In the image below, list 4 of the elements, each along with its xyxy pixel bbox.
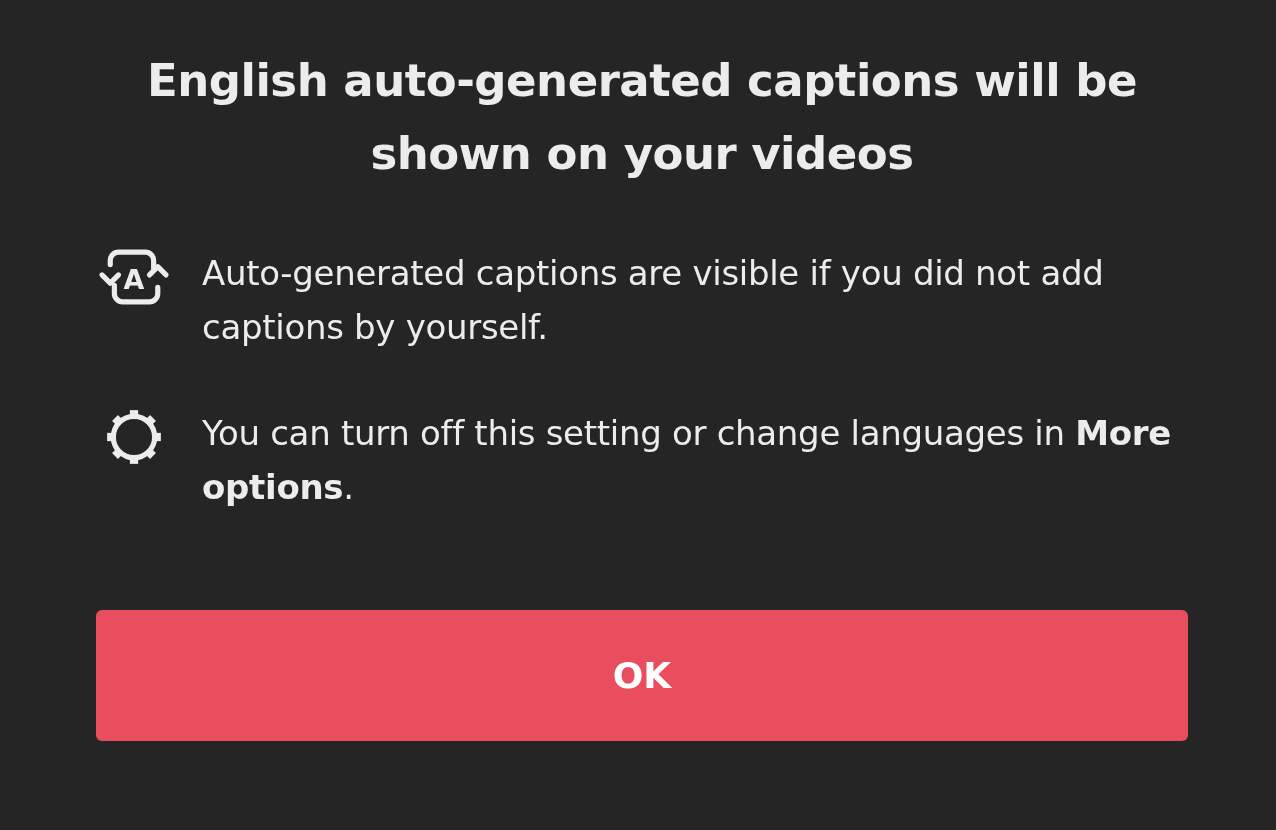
dialog-title: English auto-generated captions will be shown on your videos (146, 53, 1138, 182)
info-text: You can turn off this setting or change languages in More options. (202, 412, 1173, 509)
info-text: Auto-generated captions are visible if you did not add captions by yourself. (202, 252, 1105, 349)
ok-button[interactable]: OK (96, 610, 1188, 741)
